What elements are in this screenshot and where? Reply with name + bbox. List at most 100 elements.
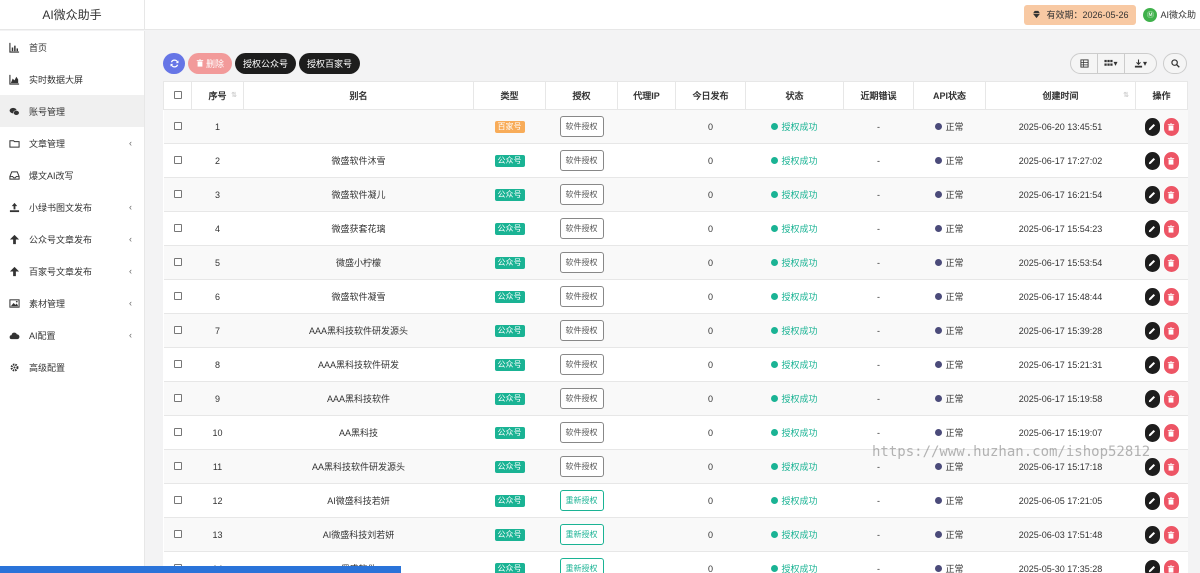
authorize-bjh-button[interactable]: 授权百家号 — [299, 52, 361, 74]
table-row[interactable]: 3 微盛软件凝儿 公众号 软件授权 0 授权成功 - 正常 2025-06-17 16:21:5… — [163, 177, 1188, 212]
table-row[interactable]: 5 微盛小柠檬 公众号 软件授权 0 授权成功 - 正常 2025-06-17 15:53:54 — [163, 245, 1188, 280]
authorize-button[interactable]: 重新授权 — [559, 524, 604, 545]
delete-row-button[interactable] — [1163, 423, 1179, 442]
row-checkbox[interactable] — [173, 121, 182, 130]
row-select-cell[interactable] — [163, 245, 192, 280]
select-all-checkbox[interactable] — [173, 90, 182, 99]
row-select-cell[interactable] — [163, 279, 192, 314]
delete-row-button[interactable] — [1163, 253, 1179, 272]
table-row[interactable]: 9 AAA黑科技软件 公众号 软件授权 0 授权成功 - 正常 2025-06-17 15:19… — [163, 381, 1188, 416]
table-row[interactable]: 7 AAA黑科技软件研发源头 公众号 软件授权 0 授权成功 - 正常 2025-06-17 1… — [163, 313, 1188, 348]
authorize-button[interactable]: 软件授权 — [559, 184, 604, 205]
row-checkbox[interactable] — [173, 189, 182, 198]
delete-row-button[interactable] — [1163, 559, 1179, 573]
authorize-gzh-button[interactable]: 授权公众号 — [235, 52, 297, 74]
edit-button[interactable] — [1144, 559, 1160, 573]
delete-row-button[interactable] — [1163, 525, 1179, 544]
app-title[interactable]: AI微众助手 — [0, 0, 145, 30]
refresh-button[interactable] — [163, 52, 185, 74]
header-select-all[interactable] — [163, 81, 192, 110]
user-menu[interactable]: Ⓜ AI微众助 — [1143, 7, 1196, 22]
edit-button[interactable] — [1144, 321, 1160, 340]
row-select-cell[interactable] — [163, 449, 192, 484]
sidebar-item-article-management[interactable]: 文章管理 ‹ — [0, 127, 144, 159]
authorize-button[interactable]: 软件授权 — [559, 354, 604, 375]
row-checkbox[interactable] — [173, 529, 182, 538]
row-checkbox[interactable] — [173, 359, 182, 368]
row-checkbox[interactable] — [173, 325, 182, 334]
columns-dropdown-button[interactable]: ▾ — [1098, 53, 1125, 73]
table-row[interactable]: 13 AI微盛科技刘若妍 公众号 重新授权 0 授权成功 - 正常 2025-06-03 17:… — [163, 517, 1188, 552]
edit-button[interactable] — [1144, 253, 1160, 272]
export-dropdown-button[interactable]: ▾ — [1125, 54, 1156, 73]
delete-row-button[interactable] — [1163, 117, 1179, 136]
edit-button[interactable] — [1144, 491, 1160, 510]
delete-row-button[interactable] — [1163, 491, 1179, 510]
authorize-button[interactable]: 软件授权 — [559, 320, 604, 341]
row-select-cell[interactable] — [163, 177, 192, 212]
delete-row-button[interactable] — [1163, 321, 1179, 340]
delete-row-button[interactable] — [1163, 287, 1179, 306]
delete-button[interactable]: 删除 — [188, 52, 233, 74]
row-checkbox[interactable] — [173, 291, 182, 300]
table-row[interactable]: 8 AAA黑科技软件研发 公众号 软件授权 0 授权成功 - 正常 2025-06-17 15:… — [163, 347, 1188, 382]
delete-row-button[interactable] — [1163, 151, 1179, 170]
edit-button[interactable] — [1144, 389, 1160, 408]
row-checkbox[interactable] — [173, 393, 182, 402]
authorize-button[interactable]: 软件授权 — [559, 252, 604, 273]
row-checkbox[interactable] — [173, 427, 182, 436]
sidebar-item-realtime-screen[interactable]: 实时数据大屏 — [0, 63, 144, 95]
row-select-cell[interactable] — [163, 109, 192, 144]
table-row[interactable]: 12 AI微盛科技若妍 公众号 重新授权 0 授权成功 - 正常 2025-06-05 17:2… — [163, 483, 1188, 518]
table-row[interactable]: 1 百家号 软件授权 0 授权成功 - 正常 2025-06-20 13:45:51 — [163, 109, 1188, 144]
row-checkbox[interactable] — [173, 257, 182, 266]
delete-row-button[interactable] — [1163, 389, 1179, 408]
sidebar-item-bjh-publish[interactable]: 百家号文章发布 ‹ — [0, 255, 144, 287]
row-select-cell[interactable] — [163, 143, 192, 178]
row-select-cell[interactable] — [163, 483, 192, 518]
authorize-button[interactable]: 软件授权 — [559, 422, 604, 443]
toggle-view-button[interactable] — [1071, 53, 1098, 73]
edit-button[interactable] — [1144, 355, 1160, 374]
sidebar-item-home[interactable]: 首页 — [0, 31, 144, 63]
authorize-button[interactable]: 软件授权 — [559, 116, 604, 137]
delete-row-button[interactable] — [1163, 457, 1179, 476]
edit-button[interactable] — [1144, 219, 1160, 238]
search-button[interactable] — [1163, 52, 1187, 74]
delete-row-button[interactable] — [1163, 219, 1179, 238]
sidebar-item-ai-rewrite[interactable]: 爆文AI改写 — [0, 159, 144, 191]
sidebar-item-ai-config[interactable]: AI配置 ‹ — [0, 319, 144, 351]
table-row[interactable]: 2 微盛软件沐雪 公众号 软件授权 0 授权成功 - 正常 2025-06-17 17:27:0… — [163, 143, 1188, 178]
authorize-button[interactable]: 软件授权 — [559, 456, 604, 477]
table-row[interactable]: 6 微盛软件凝雪 公众号 软件授权 0 授权成功 - 正常 2025-06-17 15:48:4… — [163, 279, 1188, 314]
sidebar-item-xiaolvshu-publish[interactable]: 小绿书图文发布 ‹ — [0, 191, 144, 223]
row-select-cell[interactable] — [163, 347, 192, 382]
row-checkbox[interactable] — [173, 495, 182, 504]
header-created[interactable]: 创建时间 ⇅ — [985, 81, 1136, 110]
row-checkbox[interactable] — [173, 461, 182, 470]
authorize-button[interactable]: 软件授权 — [559, 286, 604, 307]
sidebar-item-gzh-publish[interactable]: 公众号文章发布 ‹ — [0, 223, 144, 255]
edit-button[interactable] — [1144, 457, 1160, 476]
sidebar-item-advanced-config[interactable]: 高级配置 — [0, 351, 144, 383]
sidebar-item-account-management[interactable]: 账号管理 — [0, 95, 144, 127]
row-select-cell[interactable] — [163, 211, 192, 246]
delete-row-button[interactable] — [1163, 355, 1179, 374]
edit-button[interactable] — [1144, 287, 1160, 306]
edit-button[interactable] — [1144, 185, 1160, 204]
row-select-cell[interactable] — [163, 381, 192, 416]
edit-button[interactable] — [1144, 151, 1160, 170]
delete-row-button[interactable] — [1163, 185, 1179, 204]
edit-button[interactable] — [1144, 423, 1160, 442]
row-select-cell[interactable] — [163, 415, 192, 450]
authorize-button[interactable]: 重新授权 — [559, 558, 604, 573]
authorize-button[interactable]: 重新授权 — [559, 490, 604, 511]
edit-button[interactable] — [1144, 117, 1160, 136]
row-select-cell[interactable] — [163, 517, 192, 552]
authorize-button[interactable]: 软件授权 — [559, 150, 604, 171]
row-checkbox[interactable] — [173, 223, 182, 232]
authorize-button[interactable]: 软件授权 — [559, 218, 604, 239]
sidebar-item-material-management[interactable]: 素材管理 ‹ — [0, 287, 144, 319]
edit-button[interactable] — [1144, 525, 1160, 544]
row-checkbox[interactable] — [173, 155, 182, 164]
